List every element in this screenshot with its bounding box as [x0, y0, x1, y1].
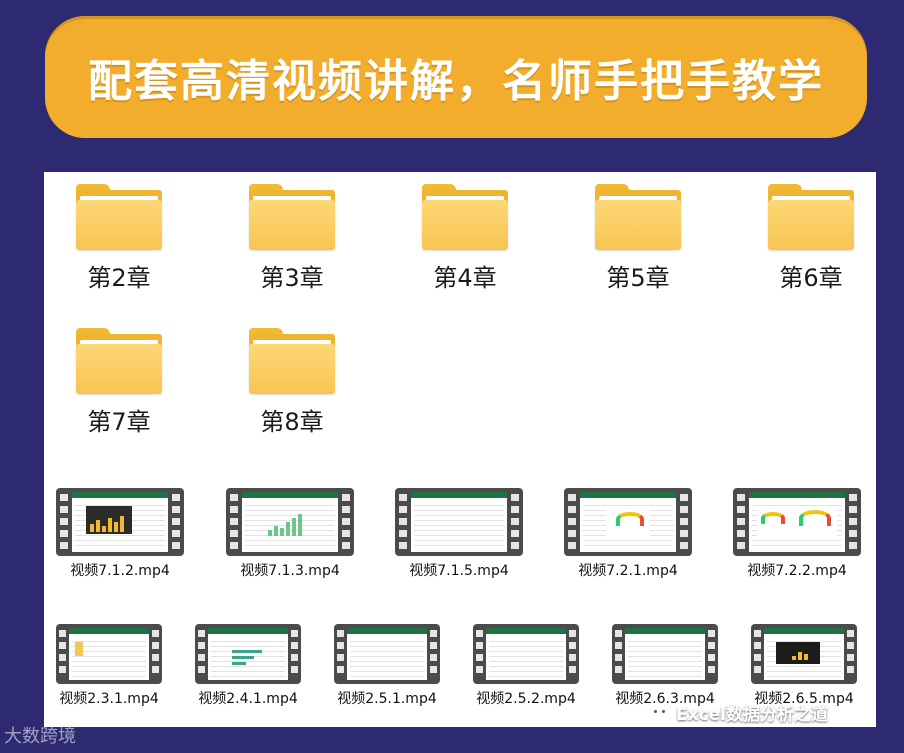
video-label: 视频2.4.1.mp4 [198, 691, 298, 707]
folder-label: 第4章 [433, 264, 497, 292]
video-label: 视频2.5.2.mp4 [476, 691, 576, 707]
video-file[interactable]: 视频7.1.2.mp4 [44, 488, 196, 580]
video-thumbnail [56, 624, 162, 684]
folder-icon [249, 184, 335, 250]
folder-label: 第8章 [260, 408, 324, 436]
video-label: 视频7.1.2.mp4 [70, 563, 170, 579]
folder-icon [422, 184, 508, 250]
folder-label: 第2章 [87, 264, 151, 292]
video-label: 视频7.1.3.mp4 [240, 563, 340, 579]
video-thumbnail [733, 488, 861, 556]
video-thumbnail [564, 488, 692, 556]
video-file[interactable]: 视频2.6.5.mp4 [739, 624, 869, 708]
logo-text: 大数跨境 [4, 726, 76, 747]
video-thumbnail [395, 488, 523, 556]
video-label: 视频2.3.1.mp4 [59, 691, 159, 707]
folder-label: 第7章 [87, 408, 151, 436]
folder-chapter-4[interactable]: 第4章 [400, 184, 530, 293]
video-file[interactable]: 视频2.6.3.mp4 [600, 624, 730, 708]
logo: 大数跨境 [4, 722, 76, 748]
file-explorer-panel: 第2章 第3章 第4章 第5章 第6章 第7章 第8章 视频7.1.2.mp4 … [44, 172, 876, 727]
folder-icon [768, 184, 854, 250]
folder-label: 第6章 [779, 264, 843, 292]
folder-label: 第5章 [606, 264, 670, 292]
video-thumbnail [473, 624, 579, 684]
video-label: 视频7.2.1.mp4 [578, 563, 678, 579]
watermark-text: Excel数据分析之道 [676, 705, 829, 725]
video-thumbnail [334, 624, 440, 684]
title-banner: 配套高清视频讲解，名师手把手教学 [45, 16, 867, 138]
folder-label: 第3章 [260, 264, 324, 292]
folder-chapter-7[interactable]: 第7章 [54, 328, 184, 437]
video-label: 视频7.1.5.mp4 [409, 563, 509, 579]
video-file[interactable]: 视频7.1.3.mp4 [214, 488, 366, 580]
folder-chapter-2[interactable]: 第2章 [54, 184, 184, 293]
folder-chapter-3[interactable]: 第3章 [227, 184, 357, 293]
video-label: 视频2.5.1.mp4 [337, 691, 437, 707]
video-thumbnail [226, 488, 354, 556]
folder-icon [249, 328, 335, 394]
video-label: 视频7.2.2.mp4 [747, 563, 847, 579]
folder-icon [76, 184, 162, 250]
video-thumbnail [751, 624, 857, 684]
folder-chapter-6[interactable]: 第6章 [746, 184, 876, 293]
video-thumbnail [195, 624, 301, 684]
folder-chapter-5[interactable]: 第5章 [573, 184, 703, 293]
video-thumbnail [612, 624, 718, 684]
folder-chapter-8[interactable]: 第8章 [227, 328, 357, 437]
video-file[interactable]: 视频2.5.1.mp4 [322, 624, 452, 708]
video-file[interactable]: 视频2.4.1.mp4 [183, 624, 313, 708]
folder-icon [595, 184, 681, 250]
video-file[interactable]: 视频7.1.5.mp4 [383, 488, 535, 580]
folder-icon [76, 328, 162, 394]
watermark: Excel数据分析之道 [650, 700, 828, 725]
wechat-icon [650, 704, 670, 721]
banner-title: 配套高清视频讲解，名师手把手教学 [88, 56, 824, 107]
video-file[interactable]: 视频2.3.1.mp4 [44, 624, 174, 708]
video-file[interactable]: 视频7.2.2.mp4 [721, 488, 873, 580]
video-thumbnail [56, 488, 184, 556]
video-file[interactable]: 视频2.5.2.mp4 [461, 624, 591, 708]
video-file[interactable]: 视频7.2.1.mp4 [552, 488, 704, 580]
